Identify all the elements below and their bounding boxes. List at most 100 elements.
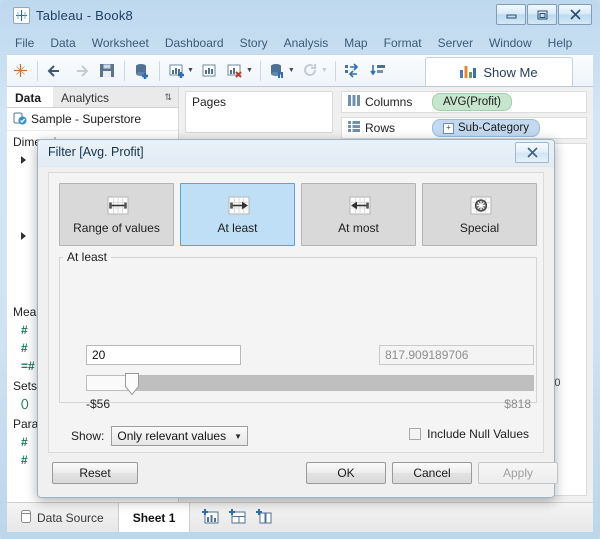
back-arrow-icon[interactable]: [42, 58, 68, 84]
minimize-button[interactable]: [496, 4, 526, 25]
maximize-button[interactable]: [527, 4, 557, 25]
data-source-tab[interactable]: Data Source: [7, 503, 119, 532]
max-value-input[interactable]: 817.909189706: [379, 345, 534, 365]
show-label: Show:: [71, 429, 104, 443]
tab-data[interactable]: Data: [7, 87, 53, 107]
pill-avg-profit[interactable]: AVG(Profit): [432, 93, 512, 111]
show-me-button[interactable]: Show Me: [425, 57, 573, 86]
include-null-checkbox[interactable]: [409, 428, 421, 440]
tab-analytics[interactable]: Analytics: [53, 87, 121, 107]
window-controls: [495, 4, 592, 25]
menu-file[interactable]: File: [7, 34, 42, 52]
include-null-row[interactable]: Include Null Values: [409, 427, 529, 441]
filter-mode-range-of-values[interactable]: Range of values: [59, 183, 174, 246]
data-pane-tabs: Data Analytics ⇅: [7, 87, 178, 108]
menu-format[interactable]: Format: [376, 34, 430, 52]
window-title: Tableau - Book8: [36, 8, 133, 23]
min-value-text: 20: [92, 348, 105, 362]
status-bar-icons: [190, 509, 285, 527]
new-story-icon[interactable]: [256, 509, 273, 527]
expand-plus-icon[interactable]: +: [443, 123, 454, 134]
range-slider-track[interactable]: [86, 375, 534, 391]
show-dropdown-value: Only relevant values: [117, 429, 226, 443]
swap-rows-columns-icon[interactable]: [340, 58, 366, 84]
forward-arrow-icon: [68, 58, 94, 84]
max-value-text: 817.909189706: [385, 348, 468, 362]
menu-story[interactable]: Story: [232, 34, 276, 52]
ok-button[interactable]: OK: [306, 462, 386, 484]
columns-icon: [348, 95, 360, 109]
database-icon: [13, 111, 27, 128]
filter-mode-label: At least: [217, 221, 257, 235]
filter-mode-at-most[interactable]: At most: [301, 183, 416, 246]
toolbar: ▼ ▼ ▼ ▼: [7, 54, 593, 87]
menu-analysis[interactable]: Analysis: [276, 34, 337, 52]
range-of-values-icon: [106, 195, 128, 215]
triangle-collapse-icon: [21, 232, 26, 240]
new-dashboard-icon[interactable]: [229, 509, 246, 527]
duplicate-sheet-icon[interactable]: [197, 58, 223, 84]
menu-bar: File Data Worksheet Dashboard Story Anal…: [7, 32, 593, 54]
pages-label: Pages: [186, 92, 332, 112]
bar-chart-icon: [460, 64, 476, 81]
calculated-number-icon: =#: [21, 359, 35, 373]
show-dropdown[interactable]: Only relevant values ▼: [111, 426, 248, 446]
dialog-title-bar: Filter [Avg. Profit]: [38, 140, 554, 167]
new-worksheet-icon[interactable]: [202, 509, 219, 527]
save-icon[interactable]: [94, 58, 120, 84]
number-icon: #: [21, 323, 28, 337]
pages-card[interactable]: Pages: [185, 91, 333, 133]
menu-help[interactable]: Help: [540, 34, 581, 52]
filter-mode-label: At most: [338, 221, 379, 235]
data-source-item[interactable]: Sample - Superstore: [7, 108, 178, 131]
toolbar-separator: [124, 61, 125, 81]
min-value-input[interactable]: 20: [86, 345, 241, 365]
sort-descending-icon[interactable]: [366, 58, 392, 84]
data-source-label: Sample - Superstore: [31, 112, 141, 126]
range-max-label: $818: [504, 397, 531, 411]
chevron-down-icon[interactable]: ▼: [288, 67, 295, 74]
number-icon: #: [21, 341, 28, 355]
at-least-icon: [227, 195, 249, 215]
reset-button[interactable]: Reset: [52, 462, 138, 484]
show-row: Show: Only relevant values ▼: [71, 426, 248, 446]
rows-icon: [348, 121, 360, 135]
columns-shelf-label: Columns: [342, 95, 432, 109]
close-button[interactable]: [558, 4, 592, 25]
rows-shelf[interactable]: Rows + Sub-Category: [341, 117, 587, 139]
status-bar: Data Source Sheet 1: [7, 502, 593, 532]
menu-worksheet[interactable]: Worksheet: [84, 34, 157, 52]
toolbar-separator: [159, 61, 160, 81]
chevron-down-icon[interactable]: ▼: [187, 67, 194, 74]
rows-shelf-label: Rows: [342, 121, 432, 135]
sheet-1-tab[interactable]: Sheet 1: [119, 503, 191, 532]
menu-server[interactable]: Server: [430, 34, 481, 52]
tableau-logo-icon: [13, 7, 30, 24]
columns-text: Columns: [365, 95, 412, 109]
number-icon: #: [21, 453, 28, 467]
range-slider-handle[interactable]: [125, 373, 139, 395]
chevron-down-icon[interactable]: ▼: [246, 67, 253, 74]
dialog-close-button[interactable]: [515, 142, 549, 163]
connect-data-icon[interactable]: [129, 58, 155, 84]
toolbar-separator: [260, 61, 261, 81]
dialog-body: Range of values At least: [48, 172, 544, 453]
dialog-title: Filter [Avg. Profit]: [48, 145, 144, 159]
chevron-down-icon: ▼: [321, 67, 328, 74]
cancel-button[interactable]: Cancel: [392, 462, 472, 484]
pane-resize-icon[interactable]: ⇅: [158, 87, 178, 107]
filter-mode-at-least[interactable]: At least: [180, 183, 295, 246]
filter-mode-label: Special: [460, 221, 499, 235]
pill-sub-category[interactable]: + Sub-Category: [432, 119, 540, 137]
chevron-down-icon: ▼: [234, 432, 242, 441]
filter-dialog: Filter [Avg. Profit]: [37, 139, 555, 498]
include-null-label: Include Null Values: [427, 427, 529, 441]
menu-map[interactable]: Map: [336, 34, 375, 52]
menu-dashboard[interactable]: Dashboard: [157, 34, 232, 52]
filter-mode-selector: Range of values At least: [59, 183, 537, 246]
columns-shelf[interactable]: Columns AVG(Profit): [341, 91, 587, 113]
filter-mode-special[interactable]: Special: [422, 183, 537, 246]
menu-data[interactable]: Data: [42, 34, 83, 52]
tableau-home-icon[interactable]: [7, 58, 33, 84]
menu-window[interactable]: Window: [481, 34, 540, 52]
